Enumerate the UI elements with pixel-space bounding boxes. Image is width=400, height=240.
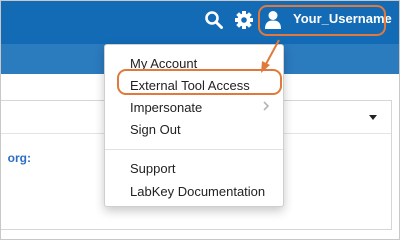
annotation-arrow xyxy=(261,39,280,73)
